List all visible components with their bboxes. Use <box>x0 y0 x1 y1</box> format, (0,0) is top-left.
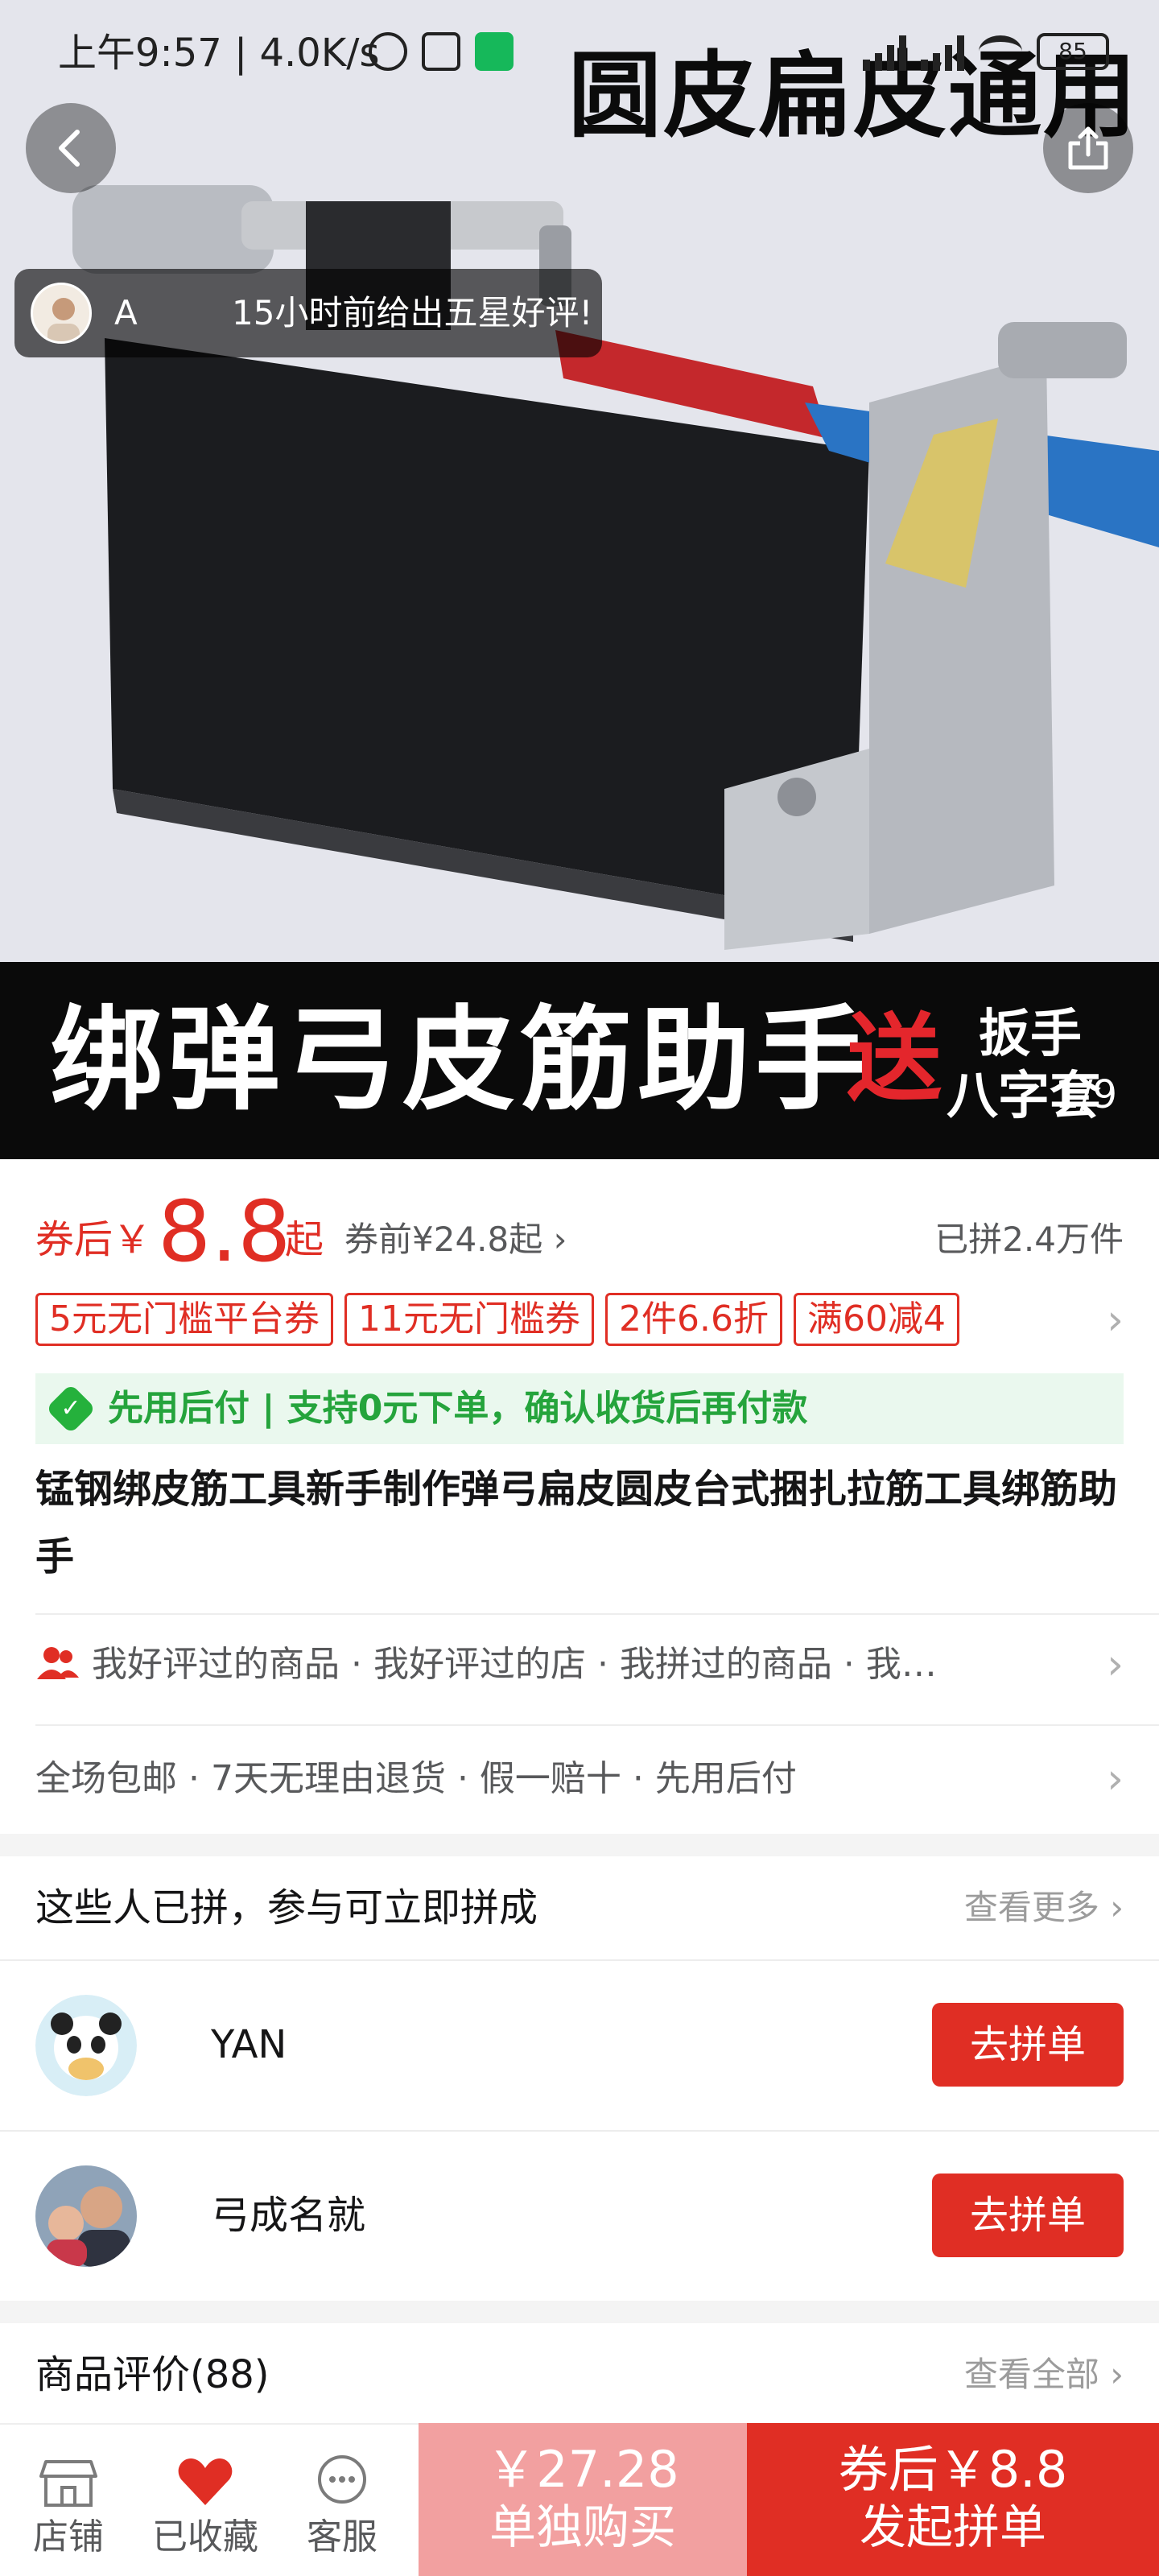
group-buy-price: 券后￥8.8 <box>838 2440 1068 2499</box>
group-buy-item: YAN 去拼单 <box>0 1961 1159 2130</box>
reviews-header[interactable]: 商品评价(88) 查看全部 › <box>35 2323 1124 2426</box>
signal-icon-2 <box>921 32 964 71</box>
avatar <box>35 1995 137 2096</box>
signal-icon <box>863 32 906 71</box>
favorite-button[interactable]: 已收藏 <box>137 2425 274 2576</box>
customer-service-label: 客服 <box>307 2516 377 2557</box>
personal-tags-text: 我好评过的商品 · 我好评过的店 · 我拼过的商品 · 我… <box>92 1644 937 1685</box>
nfc-icon <box>422 32 460 71</box>
reviews-title: 商品评价(88) <box>35 2352 270 2397</box>
chat-icon <box>318 2455 366 2504</box>
photo-counter: 1/9 <box>1054 1072 1117 1117</box>
recent-review-ticker[interactable]: A 15小时前给出五星好评! <box>14 269 602 357</box>
sold-count: 已拼2.4万件 <box>934 1220 1124 1259</box>
status-bar: 上午9:57 | 4.0K/s 85 <box>0 0 1159 105</box>
battery-icon: 85 <box>1037 33 1109 70</box>
group-user-name: YAN <box>211 2022 287 2067</box>
product-image-carousel[interactable]: 圆皮扁皮通用 绑弹弓皮筋助手 送 扳手 八字套 1/9 上午9:57 | 4.0… <box>0 0 1159 1159</box>
price-row: 券后￥ 8.8 起 券前¥24.8起 › 已拼2.4万件 <box>0 1183 1159 1280</box>
afterpay-banner[interactable]: ✓ 先用后付 | 支持0元下单，确认收货后再付款 <box>35 1373 1124 1444</box>
coupon-tag[interactable]: 2件6.6折 <box>605 1293 782 1346</box>
group-buy-more-link[interactable]: 查看更多 › <box>964 1884 1124 1932</box>
group-buy-item: 弓成名就 去拼单 <box>0 2132 1159 2301</box>
service-guarantees-text: 全场包邮 · 7天无理由退货 · 假一赔十 · 先用后付 <box>35 1758 797 1799</box>
favorite-label: 已收藏 <box>152 2516 258 2557</box>
divider <box>35 1613 1159 1615</box>
chevron-right-icon: › <box>1107 1755 1124 1803</box>
afterpay-text: 先用后付 | 支持0元下单，确认收货后再付款 <box>108 1388 808 1429</box>
price-value: 8.8 <box>158 1183 291 1281</box>
status-time: 上午9:57 | 4.0K/s <box>58 31 380 76</box>
group-user-name: 弓成名就 <box>211 2193 366 2238</box>
price-before-coupon[interactable]: 券前¥24.8起 › <box>344 1216 567 1264</box>
alarm-icon <box>369 32 407 71</box>
banner-main-text: 绑弹弓皮筋助手 <box>50 995 873 1126</box>
back-button[interactable] <box>26 103 116 193</box>
personal-tags-row[interactable]: 我好评过的商品 · 我好评过的店 · 我拼过的商品 · 我… › <box>35 1624 1124 1705</box>
people-icon <box>37 1647 79 1679</box>
section-separator <box>0 2301 1159 2323</box>
banner-gift-item-1: 扳手 <box>979 1005 1082 1064</box>
join-group-button[interactable]: 去拼单 <box>932 2003 1124 2087</box>
coupon-list[interactable]: 5元无门槛平台券 11元无门槛券 2件6.6折 满60减4 <box>35 1293 1098 1346</box>
avatar <box>35 2165 137 2267</box>
chevron-left-icon <box>59 130 80 167</box>
buy-alone-label: 单独购买 <box>489 2500 676 2554</box>
reviewer-name: A <box>114 293 138 332</box>
wifi-icon <box>979 35 1022 68</box>
store-label: 店铺 <box>33 2516 104 2557</box>
review-ticker-text: 15小时前给出五星好评! <box>232 293 593 332</box>
coupon-tag[interactable]: 11元无门槛券 <box>344 1293 594 1346</box>
share-icon <box>1068 126 1108 170</box>
group-buy-title: 这些人已拼，参与可立即拼成 <box>35 1885 538 1930</box>
reviews-view-all-link[interactable]: 查看全部 › <box>964 2351 1124 2399</box>
join-group-button[interactable]: 去拼单 <box>932 2174 1124 2257</box>
chevron-right-icon[interactable]: › <box>1107 1298 1124 1343</box>
price-prefix: 券后￥ <box>35 1217 152 1262</box>
buy-alone-price: ￥27.28 <box>486 2440 679 2499</box>
buy-alone-button[interactable]: ￥27.28 单独购买 <box>419 2423 747 2576</box>
store-icon <box>39 2460 97 2507</box>
section-separator <box>0 1834 1159 1856</box>
banner-gift-text: 送 <box>847 1003 942 1114</box>
store-button[interactable]: 店铺 <box>0 2425 137 2576</box>
app-notification-icon <box>475 32 514 71</box>
group-buy-label: 发起拼单 <box>859 2500 1046 2554</box>
service-guarantees-row[interactable]: 全场包邮 · 7天无理由退货 · 假一赔十 · 先用后付 › <box>35 1739 1124 1819</box>
reviewer-avatar <box>31 283 92 344</box>
price-suffix: 起 <box>285 1217 324 1262</box>
start-group-buy-button[interactable]: 券后￥8.8 发起拼单 <box>747 2423 1159 2576</box>
chevron-right-icon: › <box>1107 1641 1124 1689</box>
coupon-tag[interactable]: 5元无门槛平台券 <box>35 1293 333 1346</box>
product-title: 锰钢绑皮筋工具新手制作弹弓扁皮圆皮台式捆扎拉筋工具绑筋助手 <box>35 1467 1118 1579</box>
coupon-tag[interactable]: 满60减4 <box>793 1293 959 1346</box>
group-buy-header: 这些人已拼，参与可立即拼成 查看更多 › <box>35 1856 1124 1959</box>
divider <box>35 1724 1159 1726</box>
share-button[interactable] <box>1043 103 1133 193</box>
heart-icon <box>178 2458 233 2505</box>
customer-service-button[interactable]: 客服 <box>274 2425 410 2576</box>
